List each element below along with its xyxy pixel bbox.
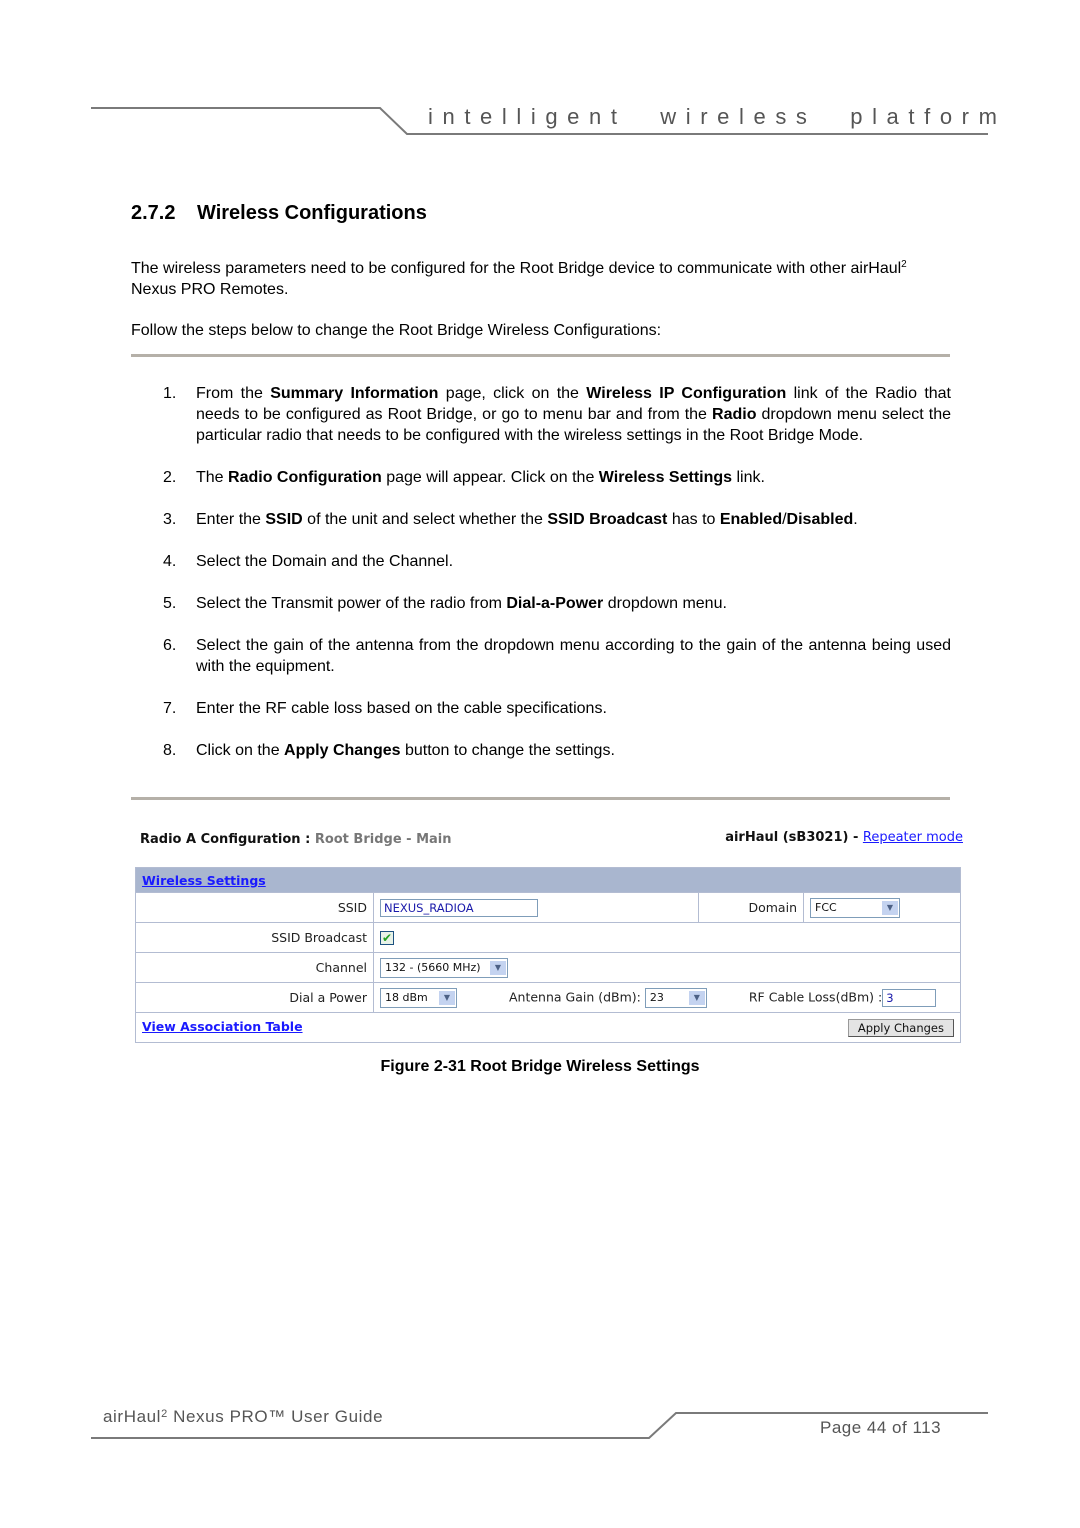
- ssid-label: SSID: [135, 892, 374, 923]
- section-number: 2.7.2: [131, 202, 176, 224]
- step-bold-text: Dial-a-Power: [506, 595, 604, 612]
- step-item: 3. Enter the SSID of the unit and select …: [131, 509, 951, 530]
- step-number: 6.: [163, 637, 177, 654]
- step-text: Select the gain of the antenna from the …: [196, 637, 951, 675]
- step-text: page, click on the: [438, 385, 587, 402]
- domain-label: Domain: [698, 892, 804, 923]
- chevron-down-icon: ▼: [688, 990, 705, 1005]
- step-text: The: [196, 469, 229, 486]
- dial-a-power-select[interactable]: 18 dBm ▼: [380, 987, 457, 1008]
- footer-doc-name: airHaul: [103, 1407, 162, 1426]
- channel-label: Channel: [135, 952, 374, 983]
- channel-row: Channel 132 - (5660 MHz) ▼: [135, 952, 961, 983]
- divider-top: [131, 354, 950, 357]
- domain-select[interactable]: FCC ▼: [810, 897, 900, 918]
- step-text: Select the Transmit power of the radio f…: [196, 595, 507, 612]
- repeater-mode-link[interactable]: Repeater mode: [863, 830, 963, 845]
- step-text: of the unit and select whether the: [302, 511, 548, 528]
- step-bold-text: SSID: [265, 511, 303, 528]
- power-row: Dial a Power 18 dBm ▼ Antenna Gain (dBm):…: [135, 982, 961, 1013]
- footer-doc-title: airHaul2 Nexus PRO™ User Guide: [103, 1407, 383, 1427]
- follow-paragraph: Follow the steps below to change the Roo…: [131, 322, 662, 339]
- ssid-row: SSID NEXUS_RADIOA Domain FCC ▼: [135, 892, 961, 923]
- intro-paragraph: The wireless parameters need to be confi…: [131, 258, 951, 300]
- section-title: Wireless Configurations: [197, 202, 427, 224]
- step-text: page will appear. Click on the: [381, 469, 599, 486]
- figure-title: Radio A Configuration : Root Bridge - Ma…: [140, 832, 452, 847]
- ssid-input[interactable]: NEXUS_RADIOA: [380, 898, 538, 917]
- intro-text: The wireless parameters need to be confi…: [131, 260, 902, 277]
- step-item: 8. Click on the Apply Changes button to c…: [131, 740, 951, 761]
- step-number: 7.: [163, 700, 177, 717]
- step-text: Enter the RF cable loss based on the cab…: [196, 700, 607, 717]
- step-bold-text: Wireless Settings: [598, 469, 733, 486]
- step-text: button to change the settings.: [400, 742, 615, 759]
- step-number: 1.: [163, 385, 177, 402]
- steps-list: 1. From the Summary Information page, cli…: [131, 383, 951, 782]
- channel-select[interactable]: 132 - (5660 MHz) ▼: [380, 957, 508, 978]
- step-item: 5. Select the Transmit power of the radio…: [131, 593, 951, 614]
- footer-row: View Association Table Apply Changes: [135, 1012, 961, 1043]
- step-bold-text: Radio: [712, 406, 757, 423]
- section-heading: 2.7.2 Wireless Configurations: [131, 202, 427, 225]
- view-association-table-link[interactable]: View Association Table: [142, 1019, 303, 1034]
- footer-doc-name-end: Nexus PRO™ User Guide: [167, 1407, 384, 1426]
- radio-config-subtitle: Root Bridge - Main: [314, 832, 452, 847]
- footer-superscript: 2: [161, 1408, 168, 1420]
- chevron-down-icon: ▼: [882, 900, 898, 915]
- step-text: has to: [667, 511, 720, 528]
- step-text: link.: [732, 469, 765, 486]
- apply-changes-button[interactable]: Apply Changes: [847, 1018, 954, 1037]
- step-text: From the: [196, 385, 271, 402]
- ssid-broadcast-row: SSID Broadcast ✔: [135, 922, 961, 953]
- wireless-settings-link[interactable]: Wireless Settings: [142, 873, 266, 888]
- intro-text-end: Nexus PRO Remotes.: [131, 281, 289, 298]
- step-number: 8.: [163, 742, 177, 759]
- dial-a-power-label: Dial a Power: [135, 982, 374, 1013]
- step-number: 3.: [163, 511, 177, 528]
- header-tagline: intelligent wireless platform: [428, 104, 1007, 129]
- step-item: 4. Select the Domain and the Channel.: [131, 551, 951, 572]
- step-text: .: [853, 511, 858, 528]
- step-item: 7. Enter the RF cable loss based on the c…: [131, 698, 951, 719]
- step-number: 5.: [163, 595, 177, 612]
- power-value: 18 dBm: [385, 991, 428, 1004]
- superscript: 2: [901, 259, 907, 270]
- step-bold-text: Radio Configuration: [228, 469, 382, 486]
- wireless-settings-table: Wireless Settings SSID NEXUS_RADIOA Doma…: [135, 867, 961, 1043]
- table-header-row: Wireless Settings: [135, 867, 961, 893]
- domain-value: FCC: [815, 901, 837, 914]
- step-number: 2.: [163, 469, 177, 486]
- step-text: Select the Domain and the Channel.: [196, 553, 454, 570]
- antenna-gain-value: 23: [649, 991, 664, 1004]
- step-bold-text: Summary Information: [270, 385, 439, 402]
- figure-caption: Figure 2-31 Root Bridge Wireless Setting…: [380, 1058, 700, 1075]
- step-bold-text: SSID Broadcast: [547, 511, 668, 528]
- rf-cable-loss-input[interactable]: 3: [882, 988, 937, 1007]
- page-number: Page 44 of 113: [820, 1418, 942, 1437]
- divider-bottom: [131, 797, 950, 800]
- rf-cable-loss-label: RF Cable Loss(dBm) :: [748, 989, 883, 1004]
- step-bold-text: Disabled: [786, 511, 854, 528]
- step-item: 2. The Radio Configuration page will appe…: [131, 467, 951, 488]
- channel-value: 132 - (5660 MHz): [385, 961, 481, 974]
- step-number: 4.: [163, 553, 177, 570]
- step-text: Click on the: [196, 742, 285, 759]
- step-text: Enter the: [196, 511, 266, 528]
- chevron-down-icon: ▼: [490, 960, 506, 975]
- step-bold-text: Wireless IP Configuration: [586, 385, 787, 402]
- step-bold-text: Enabled: [719, 511, 783, 528]
- ssid-broadcast-label: SSID Broadcast: [135, 922, 374, 953]
- chevron-down-icon: ▼: [439, 990, 455, 1005]
- device-name: airHaul (sB3021) -: [725, 830, 863, 845]
- antenna-gain-label: Antenna Gain (dBm):: [508, 989, 641, 1004]
- device-info: airHaul (sB3021) - Repeater mode: [725, 830, 963, 845]
- step-bold-text: Apply Changes: [284, 742, 401, 759]
- step-item: 1. From the Summary Information page, cli…: [131, 383, 951, 446]
- step-text: dropdown menu.: [603, 595, 727, 612]
- step-item: 6. Select the gain of the antenna from th…: [131, 635, 951, 677]
- ssid-broadcast-checkbox[interactable]: ✔: [380, 931, 394, 946]
- antenna-gain-select[interactable]: 23 ▼: [644, 987, 707, 1008]
- radio-config-title: Radio A Configuration :: [140, 832, 315, 847]
